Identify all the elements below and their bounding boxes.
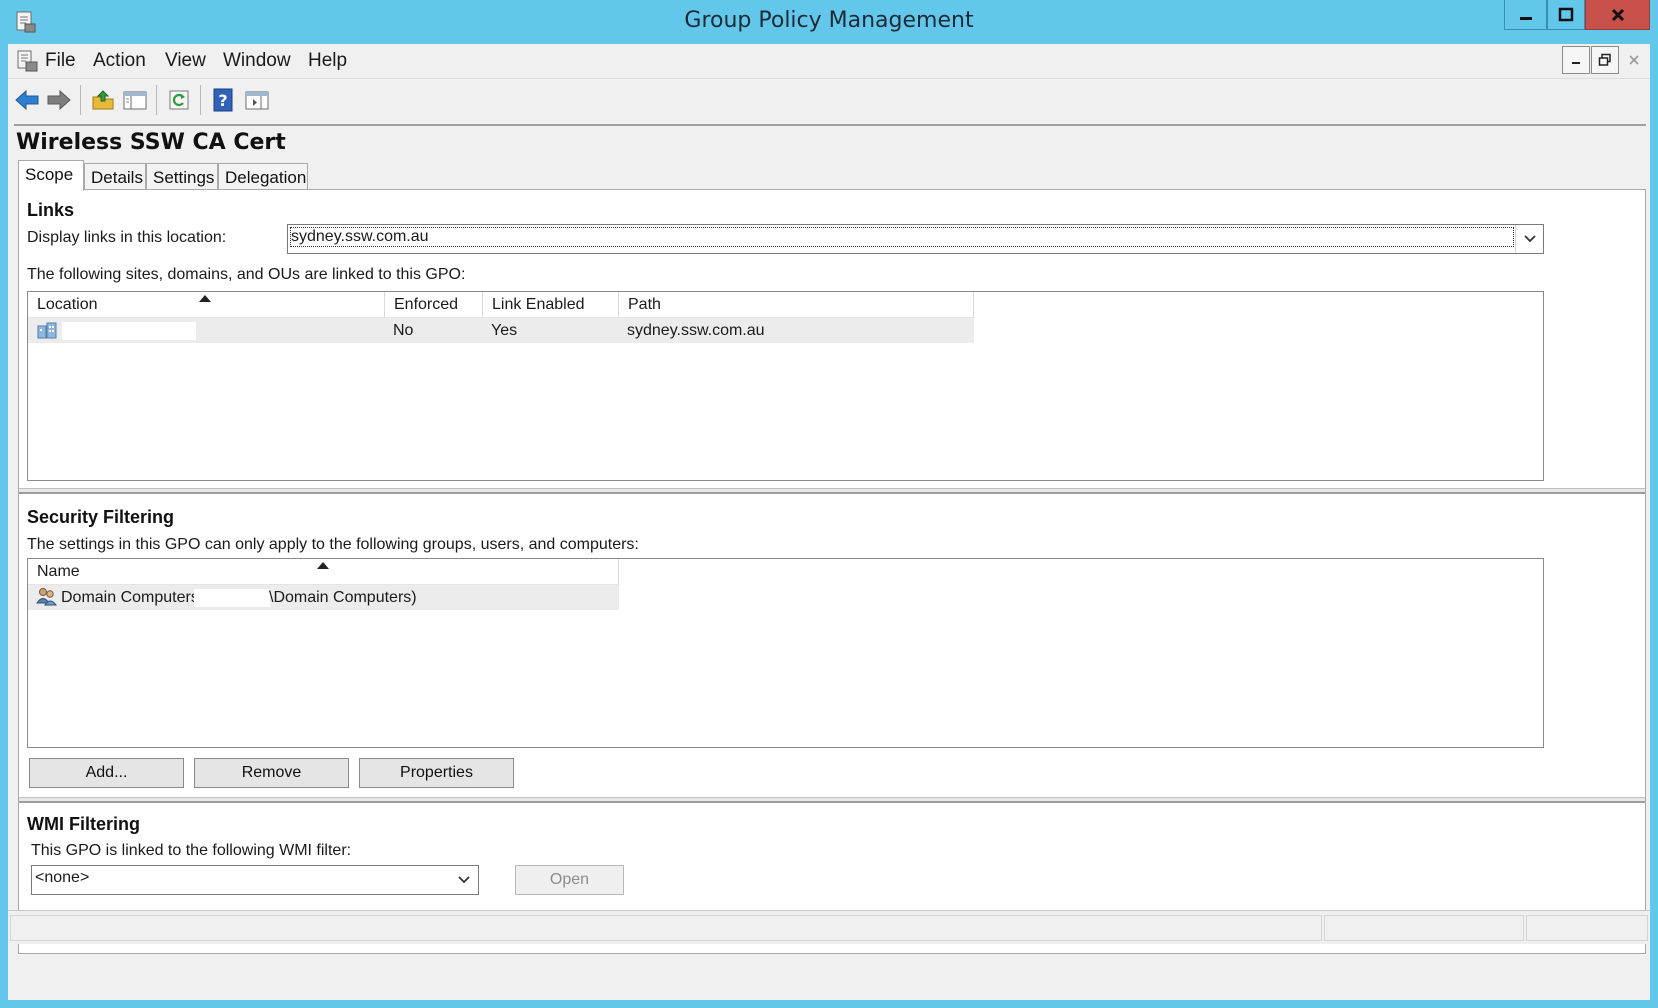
group-icon (36, 588, 58, 606)
sort-ascending-icon (317, 562, 329, 569)
mdi-window-controls (1561, 46, 1648, 74)
dropdown-arrow[interactable] (1515, 225, 1543, 253)
maximize-button[interactable] (1547, 0, 1585, 30)
show-hide-console-tree-icon (123, 91, 147, 110)
display-links-label: Display links in this location: (27, 229, 227, 246)
domain-icon (37, 322, 57, 339)
minimize-button[interactable] (1504, 0, 1547, 30)
column-header-name-label: Name (37, 563, 80, 580)
status-bar (8, 910, 1650, 944)
dropdown-arrow[interactable] (450, 866, 478, 894)
column-header-name[interactable]: Name (28, 559, 619, 585)
security-principal-name-prefix: Domain Computers ( (61, 589, 209, 606)
scope-panel: Links Display links in this location: sy… (18, 189, 1646, 954)
mdi-close-button[interactable] (1620, 46, 1648, 74)
status-bar-pane (1526, 915, 1648, 941)
close-button[interactable] (1585, 0, 1650, 30)
menu-action[interactable]: Action (93, 50, 146, 72)
toolbar: ? (8, 78, 1650, 122)
link-path-cell: sydney.ssw.com.au (627, 322, 765, 339)
column-header-link-enabled[interactable]: Link Enabled (483, 292, 619, 318)
client-area: File Action View Window Help ? Wireless … (8, 44, 1650, 1000)
minimize-icon (1519, 16, 1532, 20)
mdi-document-icon[interactable] (14, 49, 40, 73)
security-filtering-list[interactable]: Name Domain Computers ( \Domain Computer… (27, 558, 1544, 748)
close-icon (1611, 8, 1624, 21)
links-caption: The following sites, domains, and OUs ar… (27, 266, 466, 283)
minimize-icon (1572, 62, 1580, 64)
wmi-filtering-caption: This GPO is linked to the following WMI … (31, 842, 352, 859)
restore-icon (1598, 53, 1611, 66)
column-header-location[interactable]: Location (28, 292, 385, 318)
back-arrow-icon (15, 89, 39, 111)
details-pane: Wireless SSW CA Cert Scope Details Setti… (14, 124, 1646, 960)
menu-file[interactable]: File (45, 50, 76, 72)
column-header-location-label: Location (37, 296, 98, 313)
link-enforced-cell: No (393, 322, 414, 339)
menu-window[interactable]: Window (223, 50, 291, 72)
status-bar-pane (1324, 915, 1524, 941)
links-list[interactable]: Location Enforced Link Enabled Path No Y… (27, 291, 1544, 481)
up-folder-icon (92, 90, 114, 110)
close-icon (1629, 55, 1639, 65)
forward-button[interactable] (44, 85, 74, 115)
sort-ascending-icon (199, 295, 211, 302)
links-location-dropdown[interactable]: sydney.ssw.com.au (287, 224, 1544, 254)
link-enabled-cell: Yes (491, 322, 518, 339)
refresh-icon (169, 90, 189, 110)
show-hide-console-tree-button[interactable] (120, 85, 150, 115)
tab-details[interactable]: Details (84, 163, 146, 190)
help-button[interactable]: ? (208, 85, 238, 115)
tab-scope[interactable]: Scope (18, 160, 84, 191)
chevron-down-icon (1523, 235, 1536, 243)
toolbar-separator (156, 85, 157, 115)
menu-help[interactable]: Help (308, 50, 347, 72)
section-splitter[interactable] (19, 488, 1645, 494)
help-icon: ? (213, 88, 233, 112)
redacted-domain (194, 589, 270, 607)
wmi-filter-value: <none> (35, 869, 90, 886)
svg-text:?: ? (218, 91, 227, 110)
wmi-filtering-title: WMI Filtering (27, 814, 140, 834)
menu-view[interactable]: View (165, 50, 206, 72)
security-filtering-caption: The settings in this GPO can only apply … (27, 536, 639, 553)
security-principal-name-suffix: \Domain Computers) (269, 589, 417, 606)
gpo-title: Wireless SSW CA Cert (16, 130, 286, 155)
show-hide-action-pane-icon (245, 91, 269, 110)
security-filtering-title: Security Filtering (27, 507, 175, 527)
redacted-location (62, 322, 196, 340)
chevron-down-icon (458, 876, 470, 884)
forward-arrow-icon (47, 89, 71, 111)
mdi-minimize-button[interactable] (1562, 46, 1590, 74)
refresh-button[interactable] (164, 85, 194, 115)
maximize-icon (1558, 7, 1574, 21)
tab-settings[interactable]: Settings (146, 163, 218, 190)
toolbar-separator (80, 85, 81, 115)
toolbar-separator (200, 85, 201, 115)
show-hide-action-pane-button[interactable] (242, 85, 272, 115)
remove-button[interactable]: Remove (194, 758, 349, 788)
status-bar-pane (10, 915, 1322, 941)
back-button[interactable] (12, 85, 42, 115)
section-splitter[interactable] (19, 797, 1645, 803)
column-header-enforced[interactable]: Enforced (385, 292, 483, 318)
menu-bar: File Action View Window Help (8, 44, 1650, 78)
tab-delegation[interactable]: Delegation (218, 163, 308, 190)
open-wmi-filter-button[interactable]: Open (515, 865, 624, 895)
add-button[interactable]: Add... (29, 758, 184, 788)
links-section-title: Links (27, 200, 75, 220)
mdi-restore-button[interactable] (1591, 46, 1619, 74)
links-location-value: sydney.ssw.com.au (290, 227, 1514, 247)
title-bar[interactable]: Group Policy Management (0, 0, 1658, 44)
up-one-level-button[interactable] (88, 85, 118, 115)
column-header-path[interactable]: Path (619, 292, 974, 318)
app-window: Group Policy Management File Action View… (0, 0, 1658, 1008)
wmi-filter-dropdown[interactable]: <none> (31, 865, 479, 895)
window-title: Group Policy Management (684, 8, 974, 33)
properties-button[interactable]: Properties (359, 758, 514, 788)
